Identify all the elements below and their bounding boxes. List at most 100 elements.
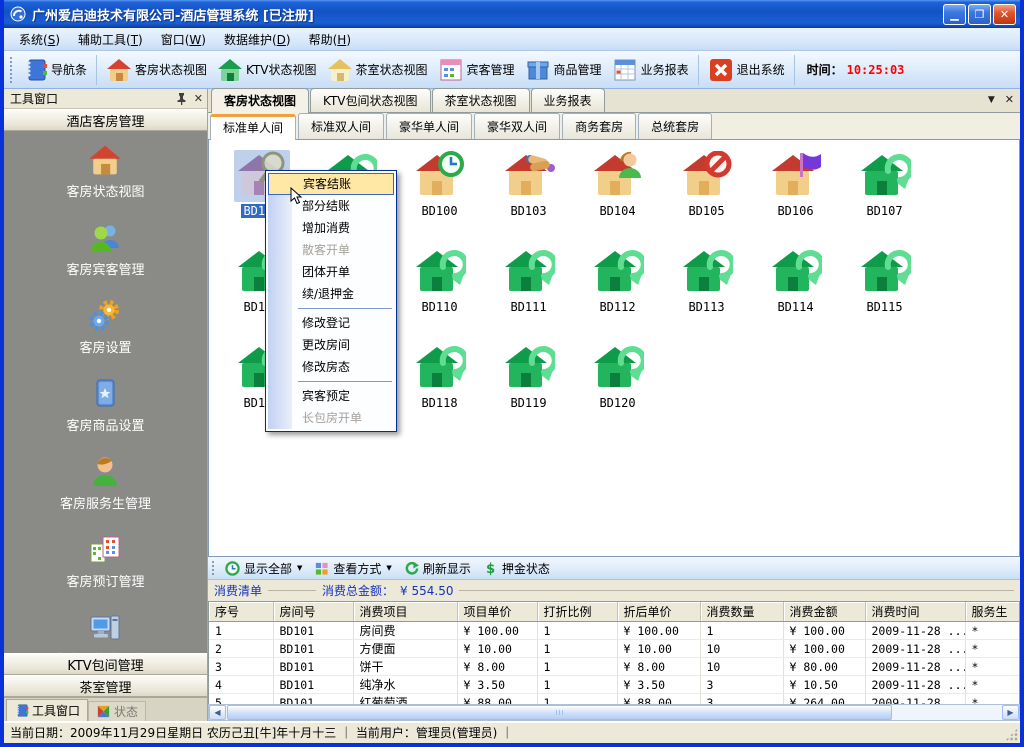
resize-grip[interactable] bbox=[1005, 728, 1018, 741]
room-BD111[interactable]: BD111 bbox=[484, 246, 573, 342]
menu-item-w[interactable]: 窗口(W) bbox=[152, 28, 215, 51]
column-header[interactable]: 消费时间 bbox=[865, 602, 965, 622]
menu-item-d[interactable]: 数据维护(D) bbox=[215, 28, 300, 51]
sidebar-section-hotel-rooms[interactable]: 酒店客房管理 bbox=[4, 109, 207, 131]
scroll-left-icon[interactable]: ◀ bbox=[209, 705, 226, 720]
actionbar-button-2[interactable]: 查看方式▼ bbox=[308, 558, 397, 579]
room-BD112[interactable]: BD112 bbox=[573, 246, 662, 342]
column-header[interactable]: 项目单价 bbox=[457, 602, 537, 622]
maximize-button[interactable]: ❐ bbox=[968, 4, 991, 25]
table-row-5[interactable]: 5BD101红葡萄酒¥ 88.001¥ 88.003¥ 264.002009-1… bbox=[209, 694, 1020, 705]
context-menu-item-6[interactable]: 续/退押金 bbox=[268, 283, 394, 305]
tab-roomtype-1[interactable]: 标准单人间 bbox=[210, 114, 296, 140]
room-BD107[interactable]: BD107 bbox=[840, 150, 929, 246]
sidebar-item-1[interactable]: 客房状态视图 bbox=[66, 143, 144, 200]
close-button[interactable]: ✕ bbox=[993, 4, 1016, 25]
menu-item-s[interactable]: 系统(S) bbox=[10, 28, 69, 51]
tab-view-4[interactable]: 业务报表 bbox=[531, 88, 605, 112]
toolbar-button-guest-panel[interactable]: 宾客管理 bbox=[433, 54, 520, 86]
sidebar-section-ktv[interactable]: KTV包间管理 bbox=[4, 653, 207, 675]
table-row-2[interactable]: 2BD101方便面¥ 10.001¥ 10.0010¥ 100.002009-1… bbox=[209, 640, 1020, 658]
tab-roomtype-6[interactable]: 总统套房 bbox=[638, 113, 712, 139]
minimize-button[interactable]: ▁ bbox=[943, 4, 966, 25]
room-BD105[interactable]: BD105 bbox=[662, 150, 751, 246]
chevron-down-icon[interactable]: ▼ bbox=[988, 95, 995, 105]
toolbar-button-goods-box[interactable]: 商品管理 bbox=[520, 54, 607, 86]
tab-roomtype-4[interactable]: 豪华双人间 bbox=[474, 113, 560, 139]
horizontal-scrollbar[interactable]: ◀ ▶ bbox=[208, 704, 1020, 721]
sidebar-section-tea[interactable]: 茶室管理 bbox=[4, 675, 207, 697]
room-BD119[interactable]: BD119 bbox=[484, 342, 573, 438]
sidebar-tab-status[interactable]: 状态 bbox=[88, 701, 146, 721]
sidebar-item-6[interactable]: 客房预订管理 bbox=[66, 533, 144, 590]
table-row-1[interactable]: 1BD101房间费¥ 100.001¥ 100.001¥ 100.002009-… bbox=[209, 622, 1020, 640]
table-row-3[interactable]: 3BD101饼干¥ 8.001¥ 8.0010¥ 80.002009-11-28… bbox=[209, 658, 1020, 676]
room-BD110[interactable]: BD110 bbox=[395, 246, 484, 342]
tab-view-2[interactable]: KTV包间状态视图 bbox=[310, 88, 430, 112]
tab-roomtype-3[interactable]: 豪华单人间 bbox=[386, 113, 472, 139]
toolbar-button-house-tan[interactable]: 茶室状态视图 bbox=[322, 54, 433, 86]
context-menu-item-8[interactable]: 修改登记 bbox=[268, 312, 394, 334]
room-vacant-icon bbox=[679, 246, 735, 298]
context-menu-item-1[interactable]: 宾客结账 bbox=[268, 173, 394, 195]
column-header[interactable]: 房间号 bbox=[273, 602, 353, 622]
sidebar-item-3[interactable]: 客房设置 bbox=[79, 299, 131, 356]
toolbar-button-exit-x[interactable]: 退出系统 bbox=[703, 54, 790, 86]
sidebar-item-2[interactable]: 客房宾客管理 bbox=[66, 221, 144, 278]
room-BD104[interactable]: BD104 bbox=[573, 150, 662, 246]
sidebar-item-4[interactable]: 客房商品设置 bbox=[66, 377, 144, 434]
context-menu-item-5[interactable]: 团体开单 bbox=[268, 261, 394, 283]
toolbar-grip[interactable] bbox=[9, 56, 14, 84]
sidebar-item-7[interactable]: 客房其他款项登记 bbox=[53, 611, 157, 653]
close-icon[interactable]: ✕ bbox=[194, 92, 203, 105]
tab-roomtype-2[interactable]: 标准双人间 bbox=[298, 113, 384, 139]
context-menu-item-2[interactable]: 部分结账 bbox=[268, 195, 394, 217]
pin-icon[interactable] bbox=[175, 92, 188, 105]
toolbar-button-report-sheet[interactable]: 业务报表 bbox=[607, 54, 694, 86]
table-row-4[interactable]: 4BD101纯净水¥ 3.501¥ 3.503¥ 10.502009-11-28… bbox=[209, 676, 1020, 694]
column-header[interactable]: 消费数量 bbox=[700, 602, 783, 622]
context-menu-item-3[interactable]: 增加消费 bbox=[268, 217, 394, 239]
actionbar-grip[interactable] bbox=[211, 560, 216, 576]
table-cell: ¥ 88.00 bbox=[617, 694, 700, 705]
room-BD115[interactable]: BD115 bbox=[840, 246, 929, 342]
tab-view-1[interactable]: 客房状态视图 bbox=[211, 88, 309, 113]
scrollbar-track[interactable] bbox=[893, 705, 1002, 720]
table-cell: 房间费 bbox=[353, 622, 457, 640]
room-BD120[interactable]: BD120 bbox=[573, 342, 662, 438]
actionbar-button-1[interactable]: 显示全部▼ bbox=[219, 558, 308, 579]
sidebar-tab-tools[interactable]: 工具窗口 bbox=[6, 699, 88, 721]
room-BD106[interactable]: BD106 bbox=[751, 150, 840, 246]
sidebar-item-5[interactable]: 客房服务生管理 bbox=[60, 455, 151, 512]
column-header[interactable]: 序号 bbox=[209, 602, 273, 622]
scrollbar-thumb[interactable] bbox=[227, 705, 892, 720]
tab-roomtype-5[interactable]: 商务套房 bbox=[562, 113, 636, 139]
time-label: 时间： bbox=[807, 61, 843, 78]
context-menu-item-10[interactable]: 修改房态 bbox=[268, 356, 394, 378]
toolbar-button-house-green[interactable]: KTV状态视图 bbox=[212, 54, 321, 86]
column-header[interactable]: 折后单价 bbox=[617, 602, 700, 622]
column-header[interactable]: 消费金额 bbox=[783, 602, 865, 622]
toolbar-button-house-red[interactable]: 客房状态视图 bbox=[101, 54, 212, 86]
toolbar-button-navigator-book[interactable]: 导航条 bbox=[17, 54, 92, 86]
close-icon[interactable]: ✕ bbox=[1005, 93, 1014, 106]
table-cell: 饼干 bbox=[353, 658, 457, 676]
room-BD114[interactable]: BD114 bbox=[751, 246, 840, 342]
table-cell: 3 bbox=[700, 676, 783, 694]
scroll-right-icon[interactable]: ▶ bbox=[1002, 705, 1019, 720]
menu-item-h[interactable]: 帮助(H) bbox=[300, 28, 360, 51]
room-BD118[interactable]: BD118 bbox=[395, 342, 484, 438]
room-BD113[interactable]: BD113 bbox=[662, 246, 751, 342]
column-header[interactable]: 消费项目 bbox=[353, 602, 457, 622]
actionbar-button-4[interactable]: $押金状态 bbox=[477, 558, 556, 579]
table-cell: 10 bbox=[700, 640, 783, 658]
context-menu-item-9[interactable]: 更改房间 bbox=[268, 334, 394, 356]
actionbar-button-3[interactable]: 刷新显示 bbox=[398, 558, 477, 579]
context-menu-item-12[interactable]: 宾客预定 bbox=[268, 385, 394, 407]
menu-item-t[interactable]: 辅助工具(T) bbox=[69, 28, 152, 51]
column-header[interactable]: 打折比例 bbox=[537, 602, 617, 622]
room-BD103[interactable]: BD103 bbox=[484, 150, 573, 246]
column-header[interactable]: 服务生 bbox=[965, 602, 1020, 622]
room-BD100[interactable]: BD100 bbox=[395, 150, 484, 246]
tab-view-3[interactable]: 茶室状态视图 bbox=[432, 88, 530, 112]
